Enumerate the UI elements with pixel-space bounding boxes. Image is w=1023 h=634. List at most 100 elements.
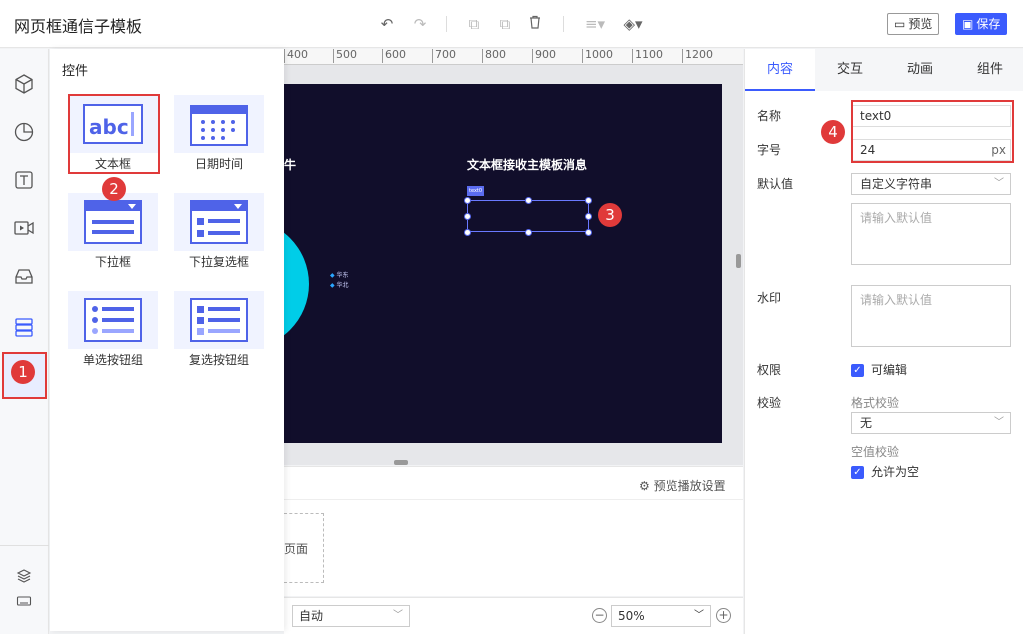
monitor-icon: ▭ [894, 17, 906, 31]
dropdown-checkbox-icon [174, 193, 264, 251]
selected-textbox[interactable] [464, 197, 592, 236]
inbox-icon[interactable] [11, 263, 37, 289]
preview-button[interactable]: ▭ 预览 [887, 13, 940, 35]
default-value-input[interactable]: 请输入默认值 [851, 203, 1011, 265]
check-icon: ✓ [851, 466, 864, 479]
stage[interactable]: 牛 文本框接收主模板消息 text0 ◆ 华东 ◆ 华北 [284, 84, 722, 443]
empty-validate-label: 空值校验 [851, 445, 900, 459]
widget-label: 日期时间 [194, 157, 243, 171]
resize-handle[interactable] [525, 229, 532, 236]
widget-dropdown-checkbox[interactable]: 下拉复选框 [174, 193, 264, 273]
resize-handle[interactable] [464, 213, 471, 220]
legend-item: ◆ 华北 [330, 282, 349, 289]
zoom-out-icon[interactable]: − [592, 608, 607, 623]
undo-icon[interactable]: ↶ [377, 14, 397, 34]
resize-handle[interactable] [464, 229, 471, 236]
format-validate-value: 无 [860, 416, 873, 430]
mode-select[interactable]: 自动 ﹀ [292, 605, 410, 627]
allow-empty-checkbox[interactable]: ✓ 允许为空 [851, 463, 919, 480]
ruler-tick: 800 [482, 49, 506, 63]
page-thumbnail[interactable]: 页面 [284, 513, 324, 583]
rail-divider [0, 545, 49, 546]
resize-handle[interactable] [585, 213, 592, 220]
zoom-value: 50% [618, 609, 645, 623]
step-badge-2: 2 [102, 177, 126, 201]
ruler-tick: 700 [432, 49, 456, 63]
validate-label: 校验 [757, 396, 782, 410]
watermark-label: 水印 [757, 291, 782, 305]
calendar-icon [174, 95, 264, 153]
ruler-tick: 400 [284, 49, 308, 63]
layers-icon[interactable] [11, 563, 37, 589]
watermark-input[interactable]: 请输入默认值 [851, 285, 1011, 347]
allow-empty-label: 允许为空 [871, 465, 920, 479]
widget-label: 下拉复选框 [188, 255, 249, 269]
legend-label: 华北 [336, 282, 349, 289]
radio-group-icon [68, 291, 158, 349]
tab-component[interactable]: 组件 [955, 49, 1023, 91]
widget-radio-group[interactable]: 单选按钮组 [68, 291, 158, 371]
save-label: 保存 [976, 17, 1001, 31]
chevron-down-icon: ﹀ [694, 610, 704, 621]
resize-handle[interactable] [585, 229, 592, 236]
check-icon: ✓ [851, 364, 864, 377]
stage-heading[interactable]: 文本框接收主模板消息 [467, 156, 587, 173]
format-validate-select[interactable]: 无 ﹀ [851, 412, 1011, 434]
keyboard-icon[interactable] [11, 588, 37, 614]
name-label: 名称 [757, 109, 782, 123]
resize-handle[interactable] [525, 197, 532, 204]
format-validate-label: 格式校验 [851, 396, 900, 410]
donut-chart[interactable] [284, 219, 309, 349]
zoom-in-icon[interactable]: + [716, 608, 731, 623]
horizontal-scrollbar[interactable] [394, 460, 408, 465]
editable-checkbox[interactable]: ✓ 可编辑 [851, 361, 907, 378]
legend-label: 华东 [336, 272, 349, 279]
redo-icon[interactable]: ↷ [410, 14, 430, 34]
cube-icon[interactable] [11, 71, 37, 97]
resize-handle[interactable] [585, 197, 592, 204]
toolbar-divider [563, 16, 564, 32]
align-icon[interactable]: ≡▾ [582, 14, 608, 34]
chevron-down-icon: ﹀ [994, 178, 1004, 189]
tab-animation[interactable]: 动画 [885, 49, 955, 91]
app-title: 网页框通信子模板 [14, 17, 143, 36]
widget-datetime[interactable]: 日期时间 [174, 95, 264, 175]
widget-checkbox-group[interactable]: 复选按钮组 [174, 291, 264, 371]
ruler: 100 200 300 400 500 600 700 800 900 1000… [134, 49, 743, 65]
step-badge-1: 1 [11, 360, 35, 384]
save-icon: ▣ [962, 17, 974, 31]
font-size-label: 字号 [757, 143, 782, 157]
delete-icon[interactable] [525, 14, 545, 34]
tab-content[interactable]: 内容 [745, 49, 815, 91]
widget-label: 单选按钮组 [82, 353, 143, 367]
copy-icon[interactable]: ⧉ [464, 14, 484, 34]
preview-settings-label: 预览播放设置 [653, 479, 726, 493]
stage-heading-fragment: 牛 [284, 158, 297, 172]
default-type-value: 自定义字符串 [860, 177, 933, 191]
text-icon[interactable] [11, 167, 37, 193]
resize-handle[interactable] [464, 197, 471, 204]
footer-bar: 自动 ﹀ − 50% ﹀ + [284, 597, 743, 634]
zoom-select[interactable]: 50% ﹀ [611, 605, 711, 627]
dropdown-icon [68, 193, 158, 251]
video-icon[interactable] [11, 215, 37, 241]
default-type-select[interactable]: 自定义字符串 ﹀ [851, 173, 1011, 195]
tab-interaction[interactable]: 交互 [815, 49, 885, 91]
pie-chart-icon[interactable] [11, 119, 37, 145]
paste-icon[interactable]: ⧉ [495, 14, 515, 34]
ruler-tick: 900 [532, 49, 556, 63]
preview-label: 预览 [908, 17, 933, 31]
canvas-area[interactable]: 100 200 300 400 500 600 700 800 900 1000… [134, 49, 743, 465]
checkbox-group-icon [174, 291, 264, 349]
default-label: 默认值 [757, 177, 794, 191]
widget-label: 复选按钮组 [188, 353, 249, 367]
layer-order-icon[interactable]: ◈▾ [620, 14, 646, 34]
widget-dropdown[interactable]: 下拉框 [68, 193, 158, 273]
vertical-scrollbar[interactable] [736, 254, 741, 268]
save-button[interactable]: ▣ 保存 [955, 13, 1008, 35]
ruler-tick: 500 [333, 49, 357, 63]
preview-settings-link[interactable]: ⚙ 预览播放设置 [639, 477, 726, 494]
page-label: 页面 [284, 542, 309, 556]
widget-label: 下拉框 [94, 255, 131, 269]
form-icon[interactable] [11, 314, 37, 340]
